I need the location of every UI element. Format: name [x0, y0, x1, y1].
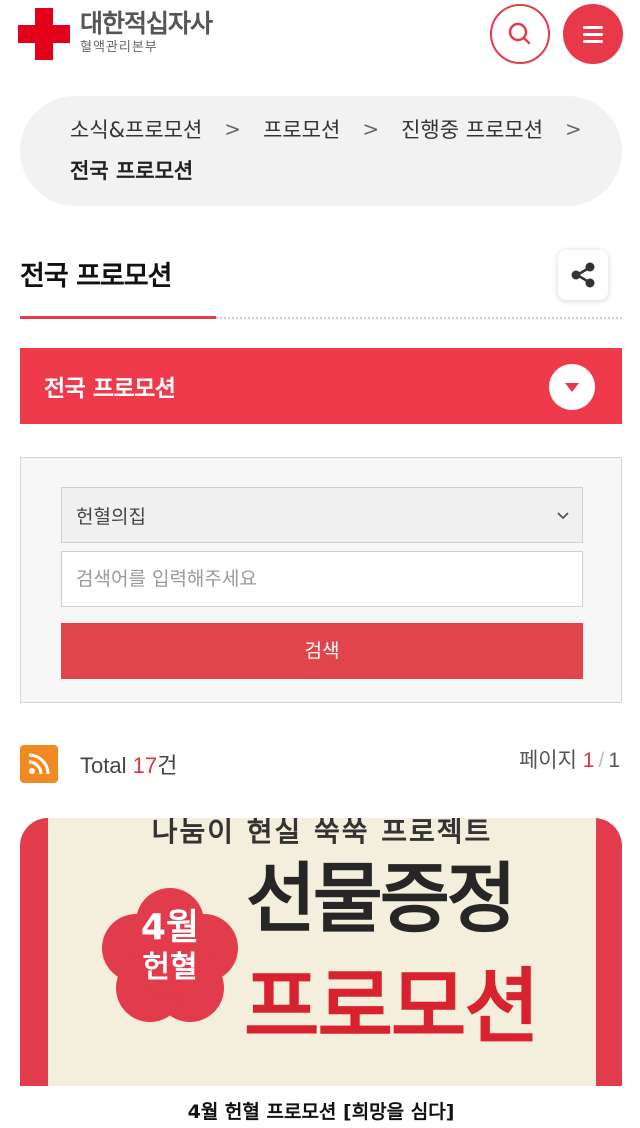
search-panel: 헌혈의집 검색: [20, 457, 622, 703]
logo[interactable]: 대한적십자사 혈액관리본부: [18, 8, 213, 60]
total-count: Total 17건: [80, 748, 177, 780]
banner-headline-2: 프로모션: [244, 960, 540, 1055]
share-icon: [571, 262, 595, 288]
red-cross-icon: [18, 8, 70, 60]
page-total: 1: [608, 749, 620, 772]
promotion-card[interactable]: 나눔이 현실 쑥쑥 프로젝트 4월 헌혈 선물증정 프로모션 4월 헌혈 프로모…: [20, 818, 622, 1128]
total-label: Total: [80, 753, 127, 778]
search-icon: [508, 22, 531, 45]
logo-title: 대한적십자사: [80, 9, 213, 38]
breadcrumb-current: 전국 프로모션: [70, 159, 194, 183]
breadcrumb-separator: >: [565, 117, 582, 141]
search-submit-button[interactable]: 검색: [61, 623, 583, 679]
rss-icon[interactable]: [20, 745, 58, 783]
banner-headline-1: 선물증정: [246, 854, 517, 943]
location-type-select[interactable]: 헌혈의집: [61, 487, 583, 543]
title-divider: [216, 317, 622, 319]
badge-label: 헌혈: [142, 950, 198, 985]
breadcrumb-separator: >: [362, 117, 380, 141]
breadcrumb: 소식&프로모션 > 프로모션 > 진행중 프로모션 > 전국 프로모션: [20, 96, 622, 206]
caret-down-icon: [565, 383, 579, 392]
logo-subtitle: 혈액관리본부: [80, 40, 158, 55]
category-toggle-button[interactable]: [549, 364, 595, 410]
search-button[interactable]: [490, 4, 550, 64]
promotion-banner-image: 나눔이 현실 쑥쑥 프로젝트 4월 헌혈 선물증정 프로모션: [48, 818, 596, 1086]
breadcrumb-item-news-promotion[interactable]: 소식&프로모션: [70, 114, 202, 144]
total-number: 17: [132, 753, 158, 778]
page-current: 1: [582, 749, 595, 772]
breadcrumb-separator: >: [224, 117, 242, 141]
category-select-label: 전국 프로모션: [44, 376, 176, 402]
breadcrumb-item-promotion[interactable]: 프로모션: [263, 114, 340, 144]
page-label: 페이지: [518, 749, 577, 772]
page-title: 전국 프로모션: [20, 261, 172, 292]
search-input[interactable]: [61, 551, 583, 607]
promotion-caption[interactable]: 4월 헌혈 프로모션 [희망을 심다]: [20, 1086, 622, 1128]
header: 대한적십자사 혈액관리본부: [0, 0, 640, 68]
badge-month: 4월: [140, 907, 200, 948]
page-indicator: 페이지 1/1: [518, 749, 620, 772]
menu-button[interactable]: [563, 4, 623, 64]
breadcrumb-item-ongoing[interactable]: 진행중 프로모션: [401, 114, 543, 144]
title-underline: [20, 316, 216, 319]
category-select[interactable]: 전국 프로모션: [20, 348, 622, 424]
share-button[interactable]: [558, 250, 608, 300]
total-unit: 건: [157, 753, 178, 778]
location-type-select-value: 헌혈의집: [76, 506, 146, 528]
chevron-down-icon: [557, 512, 569, 520]
banner-top-text: 나눔이 현실 쑥쑥 프로젝트: [151, 818, 493, 848]
